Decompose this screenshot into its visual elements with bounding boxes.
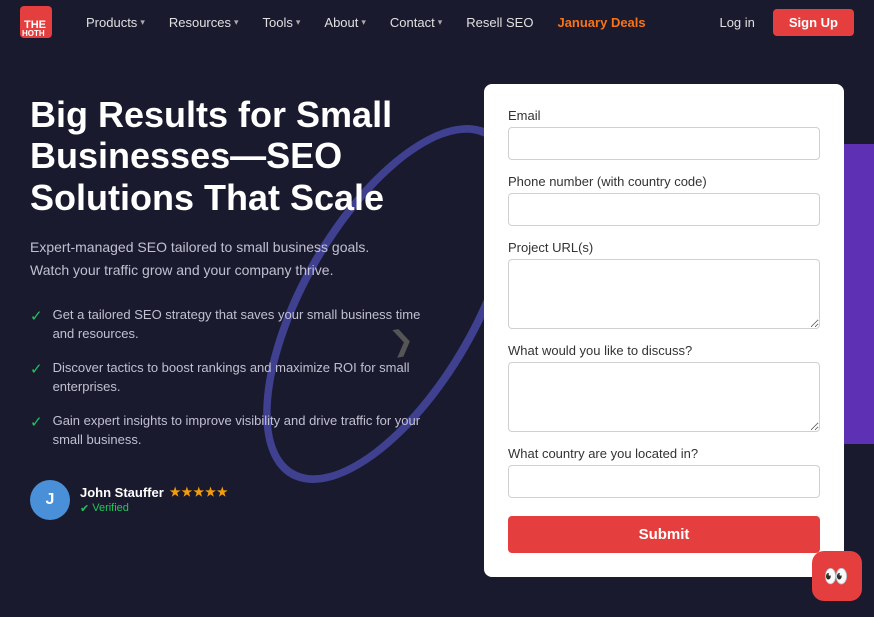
chevron-down-icon: ▾ — [361, 17, 366, 28]
logo[interactable]: THE HOTH — [20, 6, 52, 38]
project-url-label: Project URL(s) — [508, 240, 820, 255]
signup-button[interactable]: Sign Up — [773, 9, 854, 36]
check-circle-icon: ✔ — [80, 502, 89, 515]
check-icon: ✓ — [30, 306, 43, 329]
phone-group: Phone number (with country code) — [508, 174, 820, 226]
nav-january-deals[interactable]: January Deals — [547, 11, 655, 34]
hero-title: Big Results for Small Businesses—SEO Sol… — [30, 94, 444, 218]
reviewer-name: John Stauffer ★★★★★ — [80, 485, 229, 500]
project-url-group: Project URL(s) — [508, 240, 820, 329]
email-group: Email — [508, 108, 820, 160]
phone-label: Phone number (with country code) — [508, 174, 820, 189]
nav-contact[interactable]: Contact ▾ — [380, 11, 452, 34]
email-field[interactable] — [508, 127, 820, 160]
hero-left: Big Results for Small Businesses—SEO Sol… — [30, 84, 444, 520]
star-rating: ★★★★★ — [170, 485, 229, 499]
chevron-down-icon: ▾ — [140, 17, 145, 28]
reviewer: J John Stauffer ★★★★★ ✔ Verified — [30, 480, 444, 520]
bullet-3: ✓ Gain expert insights to improve visibi… — [30, 411, 444, 450]
country-field[interactable] — [508, 465, 820, 498]
discuss-label: What would you like to discuss? — [508, 343, 820, 358]
login-button[interactable]: Log in — [711, 11, 762, 34]
chevron-down-icon: ▾ — [234, 17, 239, 28]
chat-icon: 👀 — [824, 564, 851, 589]
chevron-down-icon: ▾ — [438, 17, 443, 28]
logo-icon: THE HOTH — [20, 6, 52, 38]
hero-subtitle: Expert-managed SEO tailored to small bus… — [30, 236, 390, 281]
navbar: THE HOTH Products ▾ Resources ▾ Tools ▾ … — [0, 0, 874, 44]
discuss-field[interactable] — [508, 362, 820, 432]
bullet-1: ✓ Get a tailored SEO strategy that saves… — [30, 305, 444, 344]
chevron-down-icon: ▾ — [296, 17, 301, 28]
email-label: Email — [508, 108, 820, 123]
nav-products[interactable]: Products ▾ — [76, 11, 155, 34]
hero-form-wrap: Email Phone number (with country code) P… — [484, 84, 844, 577]
contact-form: Email Phone number (with country code) P… — [484, 84, 844, 577]
chat-widget[interactable]: 👀 — [812, 551, 862, 601]
verified-badge: ✔ Verified — [80, 502, 229, 515]
nav-tools[interactable]: Tools ▾ — [253, 11, 311, 34]
hero-bullets: ✓ Get a tailored SEO strategy that saves… — [30, 305, 444, 450]
nav-right: Log in Sign Up — [711, 9, 854, 36]
project-url-field[interactable] — [508, 259, 820, 329]
discuss-group: What would you like to discuss? — [508, 343, 820, 432]
nav-resources[interactable]: Resources ▾ — [159, 11, 249, 34]
submit-button[interactable]: Submit — [508, 516, 820, 553]
svg-text:HOTH: HOTH — [22, 29, 45, 38]
nav-links: Products ▾ Resources ▾ Tools ▾ About ▾ C… — [76, 11, 711, 34]
nav-resell-seo[interactable]: Resell SEO — [456, 11, 543, 34]
check-icon: ✓ — [30, 359, 43, 382]
country-group: What country are you located in? — [508, 446, 820, 498]
avatar: J — [30, 480, 70, 520]
bullet-2: ✓ Discover tactics to boost rankings and… — [30, 358, 444, 397]
hero-section: ❯ Big Results for Small Businesses—SEO S… — [0, 44, 874, 617]
country-label: What country are you located in? — [508, 446, 820, 461]
nav-about[interactable]: About ▾ — [314, 11, 376, 34]
reviewer-info: John Stauffer ★★★★★ ✔ Verified — [80, 485, 229, 515]
phone-field[interactable] — [508, 193, 820, 226]
check-icon: ✓ — [30, 412, 43, 435]
